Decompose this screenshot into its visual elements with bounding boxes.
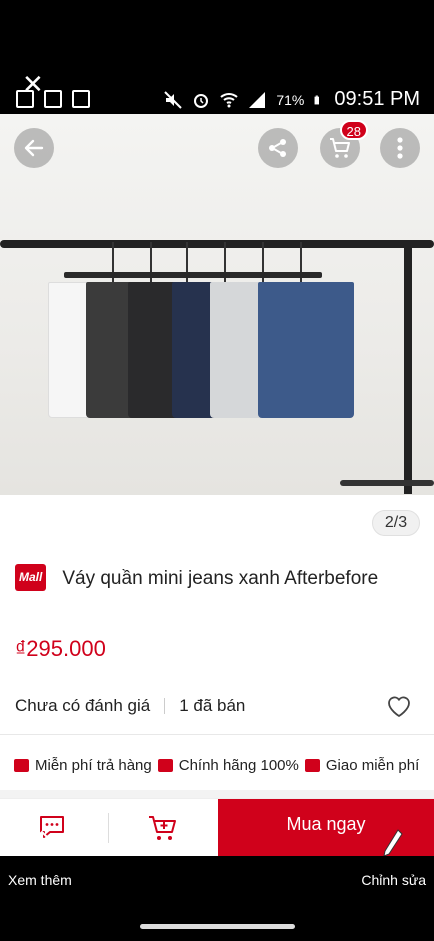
hanger — [130, 272, 220, 278]
product-title-text: Váy quần mini jeans xanh Afterbefore — [62, 568, 379, 589]
cart-count-badge: 28 — [339, 120, 368, 140]
status-bar: ✕ 71% 09:51 PM — [0, 0, 434, 114]
product-image-gallery[interactable]: 28 — [0, 114, 434, 495]
mute-icon — [164, 90, 183, 109]
alarm-icon — [194, 93, 209, 108]
gallery-page-indicator: 2/3 — [372, 510, 420, 536]
top-action-bar: 28 — [0, 114, 434, 170]
hanger — [266, 272, 322, 278]
more-vertical-icon — [397, 137, 403, 159]
bottom-action-bar: Mua ngay — [0, 798, 434, 856]
screenshot-toolbar: Xem thêm Chỉnh sửa — [0, 856, 434, 941]
benefit-free-return: Miễn phí trả hàng — [14, 757, 152, 774]
section-divider — [0, 734, 434, 735]
share-button[interactable] — [258, 128, 298, 168]
section-gap — [0, 790, 434, 798]
truck-icon — [304, 758, 320, 772]
mall-badge: Mall — [15, 564, 47, 591]
heart-icon[interactable] — [385, 692, 413, 720]
share-icon — [269, 139, 286, 157]
arrow-left-icon — [24, 139, 44, 157]
rating-text[interactable]: Chưa có đánh giá — [15, 696, 150, 716]
rating-sold-row: Chưa có đánh giá 1 đã bán — [15, 694, 419, 718]
system-indicators: 71% 09:51 PM — [164, 88, 420, 111]
blue-denim-skirt — [258, 282, 354, 418]
gallery-notification-icon — [44, 90, 62, 108]
edit-button[interactable]: Chỉnh sửa — [361, 872, 426, 888]
clothing-rack-foot — [340, 480, 434, 486]
return-icon — [14, 758, 29, 772]
battery-icon — [314, 95, 320, 104]
product-price: ₫295.000 — [15, 636, 106, 661]
product-detail-screen: 28 2/3 Mall Váy quần mini jeans xanh Afte… — [0, 114, 434, 856]
add-to-cart-button[interactable] — [109, 799, 217, 856]
benefit-label: Chính hãng 100% — [178, 756, 299, 774]
see-more-button[interactable]: Xem thêm — [8, 872, 72, 888]
shield-check-icon — [157, 758, 173, 772]
benefits-row[interactable]: Miễn phí trả hàng Chính hãng 100% Giao m… — [14, 754, 434, 776]
signal-icon — [249, 91, 266, 108]
battery-percent: 71% — [276, 91, 305, 108]
benefit-authentic: Chính hãng 100% — [157, 756, 299, 774]
product-title: Mall Váy quần mini jeans xanh Afterbefore — [15, 564, 419, 591]
notification-icons — [16, 90, 90, 108]
sold-count: 1 đã bán — [179, 696, 246, 715]
clock: 09:51 PM — [334, 88, 420, 110]
benefit-label: Giao miễn phí — [325, 756, 420, 774]
add-to-cart-icon — [149, 816, 176, 840]
benefit-free-shipping: Giao miễn phí — [304, 756, 420, 774]
rating-divider — [164, 698, 166, 714]
benefit-label: Miễn phí trả hàng — [35, 756, 152, 774]
home-indicator[interactable] — [140, 924, 295, 929]
clothing-rack-leg — [404, 244, 412, 494]
back-button[interactable] — [14, 128, 54, 168]
more-options-button[interactable] — [380, 128, 420, 168]
clothing-rack — [0, 240, 434, 248]
cart-button[interactable]: 28 — [320, 120, 368, 168]
screenshot-notification-icon — [72, 90, 90, 108]
wifi-icon — [220, 92, 239, 107]
shopee-notification-icon — [16, 90, 34, 108]
